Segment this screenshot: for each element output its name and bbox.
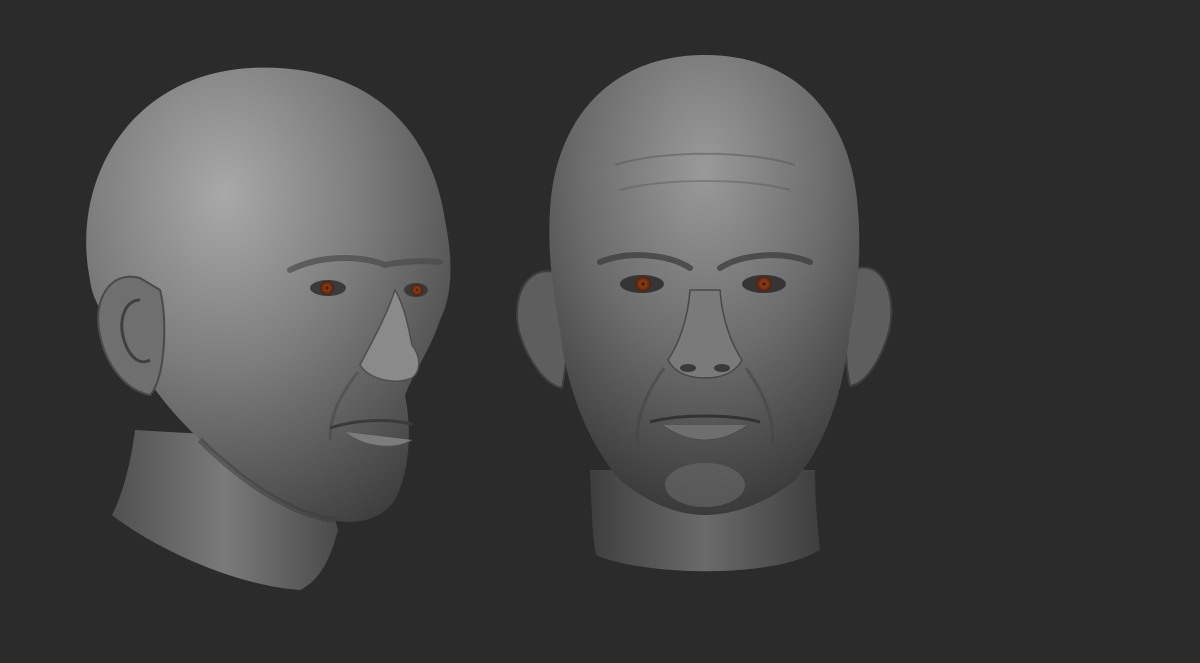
sculpt-render-scene	[86, 55, 893, 590]
ear-left	[97, 275, 166, 397]
render-viewport	[0, 0, 1200, 663]
nostril-2	[714, 364, 730, 372]
iris-left-1	[320, 281, 334, 295]
iris-front-1	[635, 276, 651, 292]
head-three-quarter	[86, 67, 451, 590]
iris-left-2	[411, 284, 423, 296]
head-front	[515, 55, 893, 572]
iris-front-2	[756, 276, 772, 292]
chin-front	[665, 463, 745, 507]
skull-front	[549, 55, 860, 515]
nostril-1	[680, 364, 696, 372]
